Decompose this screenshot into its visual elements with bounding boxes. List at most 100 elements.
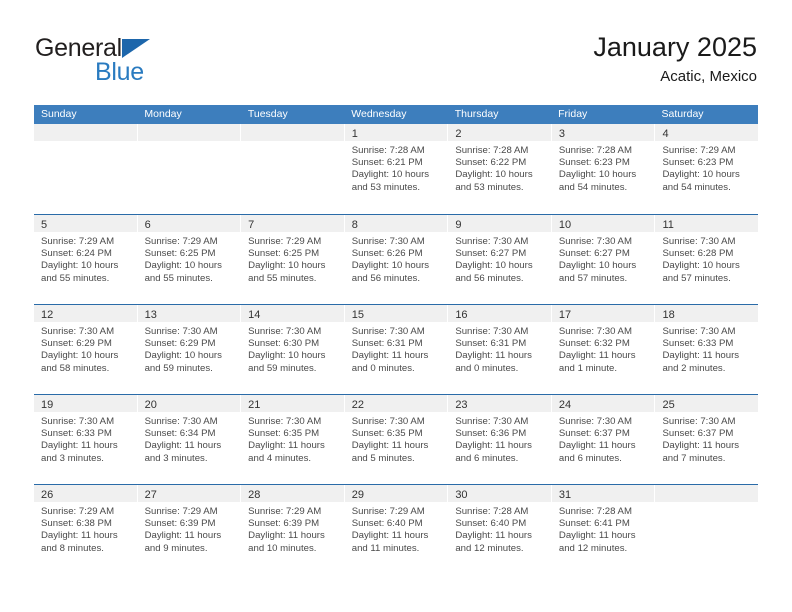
day-cell-3[interactable]: 3 Sunrise: 7:28 AM Sunset: 6:23 PM Daylight…	[551, 124, 656, 214]
day-details: Sunrise: 7:30 AM Sunset: 6:31 PM Daylight:…	[345, 322, 448, 375]
day-number: 14	[248, 309, 261, 321]
sunrise-text: Sunrise: 7:28 AM	[351, 145, 425, 156]
day-number-band: 11	[655, 215, 759, 232]
day-cell-28[interactable]: 28 Sunrise: 7:29 AM Sunset: 6:39 PM Dayligh…	[241, 485, 345, 574]
day-number-band: 15	[344, 305, 448, 322]
day-number: 12	[41, 309, 54, 321]
day-number: 11	[662, 219, 674, 231]
sunset-text: Sunset: 6:21 PM	[351, 157, 423, 169]
logo-text-blue: Blue	[95, 58, 144, 86]
day-number: 29	[351, 489, 364, 501]
daylight-text: Daylight: 11 hours	[144, 440, 222, 452]
day-details: Sunrise: 7:28 AM Sunset: 6:23 PM Daylight:…	[552, 141, 655, 194]
day-details: Sunrise: 7:29 AM Sunset: 6:39 PM Daylight:…	[138, 502, 241, 555]
day-cell-1[interactable]: 1 Sunrise: 7:28 AM Sunset: 6:21 PM Daylight…	[344, 124, 449, 214]
day-number-band: 1	[344, 124, 448, 141]
weekday-header-thursday: Thursday	[454, 108, 499, 120]
day-cell-19[interactable]: 19 Sunrise: 7:30 AM Sunset: 6:33 PM Dayligh…	[34, 395, 138, 484]
day-number: 16	[455, 309, 468, 321]
day-details: Sunrise: 7:28 AM Sunset: 6:40 PM Daylight:…	[448, 502, 551, 555]
day-cell-5[interactable]: 5 Sunrise: 7:29 AM Sunset: 6:24 PM Daylight…	[34, 215, 138, 304]
sunrise-text: Sunrise: 7:28 AM	[455, 506, 529, 517]
sunrise-text: Sunrise: 7:29 AM	[248, 506, 322, 517]
day-number: 8	[351, 219, 358, 231]
day-details: Sunrise: 7:29 AM Sunset: 6:24 PM Daylight:…	[34, 232, 137, 285]
sunrise-text: Sunrise: 7:30 AM	[41, 416, 115, 427]
sunrise-text: Sunrise: 7:30 AM	[41, 326, 115, 337]
daylight-text: Daylight: 11 hours	[662, 440, 740, 452]
day-cell-14[interactable]: 14 Sunrise: 7:30 AM Sunset: 6:30 PM Dayligh…	[241, 305, 345, 394]
day-cell-18[interactable]: 18 Sunrise: 7:30 AM Sunset: 6:33 PM Dayligh…	[655, 305, 759, 394]
day-cell-6[interactable]: 6 Sunrise: 7:29 AM Sunset: 6:25 PM Daylight…	[137, 215, 242, 304]
day-details: Sunrise: 7:28 AM Sunset: 6:21 PM Daylight:…	[345, 141, 448, 194]
daylight-text: Daylight: 10 hours	[455, 260, 533, 272]
day-cell-24[interactable]: 24 Sunrise: 7:30 AM Sunset: 6:37 PM Dayligh…	[551, 395, 656, 484]
day-cell-7[interactable]: 7 Sunrise: 7:29 AM Sunset: 6:25 PM Daylight…	[241, 215, 345, 304]
day-cell-25[interactable]: 25 Sunrise: 7:30 AM Sunset: 6:37 PM Dayligh…	[655, 395, 759, 484]
sunrise-text: Sunrise: 7:28 AM	[558, 145, 632, 156]
day-number-band: 22	[344, 395, 448, 412]
sunrise-text: Sunrise: 7:29 AM	[662, 145, 736, 156]
day-cell-26[interactable]: 26 Sunrise: 7:29 AM Sunset: 6:38 PM Dayligh…	[34, 485, 138, 574]
daylight-text: Daylight: 11 hours	[558, 440, 636, 452]
daylight-text-cont: and 3 minutes.	[144, 452, 208, 464]
day-number: 28	[248, 489, 261, 501]
sunrise-text: Sunrise: 7:30 AM	[662, 326, 736, 337]
day-number-band	[655, 485, 759, 502]
day-cell-2[interactable]: 2 Sunrise: 7:28 AM Sunset: 6:22 PM Daylight…	[448, 124, 552, 214]
day-cell-21[interactable]: 21 Sunrise: 7:30 AM Sunset: 6:35 PM Dayligh…	[241, 395, 345, 484]
day-number-band: 19	[34, 395, 137, 412]
day-details: Sunrise: 7:30 AM Sunset: 6:36 PM Daylight:…	[448, 412, 551, 465]
day-number-band: 29	[344, 485, 448, 502]
sunset-text: Sunset: 6:33 PM	[662, 338, 734, 350]
day-number-band: 30	[448, 485, 551, 502]
sunset-text: Sunset: 6:39 PM	[144, 518, 216, 530]
sunset-text: Sunset: 6:40 PM	[351, 518, 423, 530]
day-cell-empty	[655, 485, 759, 574]
day-cell-13[interactable]: 13 Sunrise: 7:30 AM Sunset: 6:29 PM Dayligh…	[137, 305, 242, 394]
daylight-text: Daylight: 10 hours	[248, 260, 326, 272]
day-cell-23[interactable]: 23 Sunrise: 7:30 AM Sunset: 6:36 PM Dayligh…	[448, 395, 552, 484]
day-cell-9[interactable]: 9 Sunrise: 7:30 AM Sunset: 6:27 PM Daylight…	[448, 215, 552, 304]
daylight-text-cont: and 2 minutes.	[662, 362, 726, 374]
day-cell-17[interactable]: 17 Sunrise: 7:30 AM Sunset: 6:32 PM Dayligh…	[551, 305, 656, 394]
day-cell-15[interactable]: 15 Sunrise: 7:30 AM Sunset: 6:31 PM Dayligh…	[344, 305, 449, 394]
sunset-text: Sunset: 6:35 PM	[248, 428, 320, 440]
day-number: 5	[41, 219, 48, 231]
day-number: 9	[455, 219, 462, 231]
daylight-text-cont: and 59 minutes.	[144, 362, 213, 374]
day-cell-16[interactable]: 16 Sunrise: 7:30 AM Sunset: 6:31 PM Dayligh…	[448, 305, 552, 394]
general-blue-logo[interactable]: General Blue	[35, 34, 235, 88]
sunrise-text: Sunrise: 7:30 AM	[351, 326, 425, 337]
day-cell-11[interactable]: 11 Sunrise: 7:30 AM Sunset: 6:28 PM Dayligh…	[655, 215, 759, 304]
daylight-text-cont: and 1 minute.	[558, 362, 618, 374]
day-number-band: 20	[137, 395, 241, 412]
sunrise-text: Sunrise: 7:29 AM	[41, 236, 115, 247]
day-cell-27[interactable]: 27 Sunrise: 7:29 AM Sunset: 6:39 PM Dayligh…	[137, 485, 242, 574]
day-number-band	[241, 124, 344, 141]
day-number: 31	[558, 489, 572, 501]
day-details: Sunrise: 7:30 AM Sunset: 6:30 PM Daylight:…	[241, 322, 344, 375]
sunset-text: Sunset: 6:24 PM	[41, 248, 112, 260]
day-cell-20[interactable]: 20 Sunrise: 7:30 AM Sunset: 6:34 PM Dayligh…	[137, 395, 242, 484]
day-details: Sunrise: 7:28 AM Sunset: 6:22 PM Daylight:…	[448, 141, 551, 194]
day-cell-8[interactable]: 8 Sunrise: 7:30 AM Sunset: 6:26 PM Daylight…	[344, 215, 449, 304]
day-number: 7	[248, 219, 255, 231]
day-cell-22[interactable]: 22 Sunrise: 7:30 AM Sunset: 6:35 PM Dayligh…	[344, 395, 449, 484]
day-details: Sunrise: 7:30 AM Sunset: 6:35 PM Daylight:…	[345, 412, 448, 465]
sunset-text: Sunset: 6:23 PM	[558, 157, 630, 169]
day-cell-31[interactable]: 31 Sunrise: 7:28 AM Sunset: 6:41 PM Dayligh…	[551, 485, 656, 574]
day-cell-30[interactable]: 30 Sunrise: 7:28 AM Sunset: 6:40 PM Dayligh…	[448, 485, 552, 574]
day-cell-12[interactable]: 12 Sunrise: 7:30 AM Sunset: 6:29 PM Dayligh…	[34, 305, 138, 394]
sunrise-text: Sunrise: 7:30 AM	[558, 416, 632, 427]
daylight-text-cont: and 58 minutes.	[41, 362, 110, 374]
sunrise-text: Sunrise: 7:30 AM	[662, 416, 736, 427]
day-details: Sunrise: 7:30 AM Sunset: 6:33 PM Daylight:…	[34, 412, 137, 465]
day-cell-29[interactable]: 29 Sunrise: 7:29 AM Sunset: 6:40 PM Dayligh…	[344, 485, 449, 574]
daylight-text-cont: and 54 minutes.	[558, 181, 628, 193]
day-cell-10[interactable]: 10 Sunrise: 7:30 AM Sunset: 6:27 PM Dayligh…	[551, 215, 656, 304]
day-details	[241, 141, 344, 145]
day-details: Sunrise: 7:30 AM Sunset: 6:37 PM Daylight:…	[552, 412, 655, 465]
sunset-text: Sunset: 6:27 PM	[558, 248, 630, 260]
day-cell-4[interactable]: 4 Sunrise: 7:29 AM Sunset: 6:23 PM Daylight…	[655, 124, 759, 214]
